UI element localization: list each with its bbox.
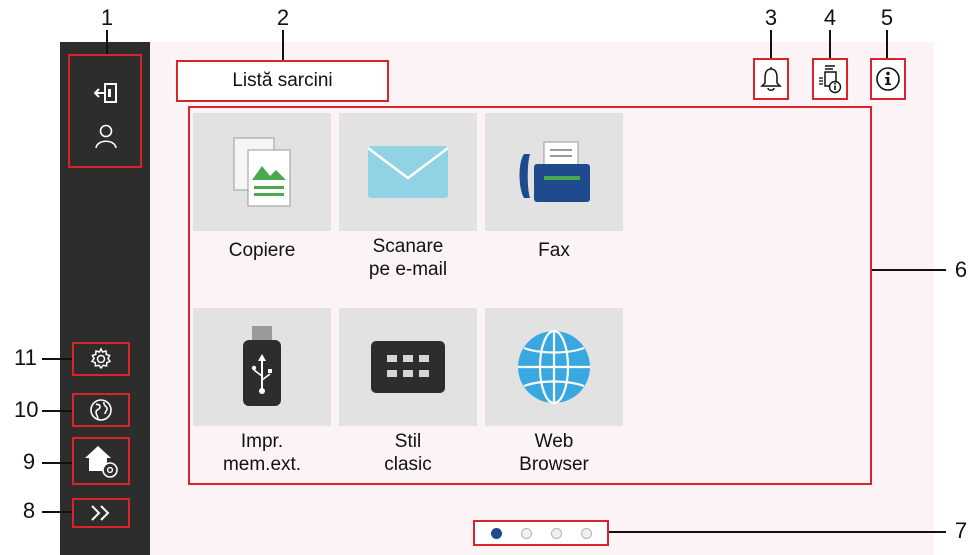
callout-9-line [42, 462, 72, 464]
info-icon [876, 67, 900, 91]
utility-settings-button[interactable] [74, 344, 128, 374]
callout-7: 7 [954, 518, 968, 543]
tile-classic-style[interactable]: Stil clasic [339, 308, 477, 476]
tile-scan-email-image [339, 113, 477, 231]
copy-icon [233, 137, 291, 207]
chevrons-right-icon [91, 505, 110, 521]
page-indicator[interactable] [473, 520, 609, 546]
callout-3: 3 [764, 5, 778, 30]
callout-8: 8 [22, 498, 36, 523]
info-button[interactable] [870, 58, 906, 100]
expand-sidebar-button[interactable] [74, 500, 128, 526]
tile-scan-email[interactable]: Scanare pe e-mail [339, 113, 477, 281]
tile-web-browser[interactable]: Web Browser [485, 308, 623, 476]
callout-10-line [42, 410, 72, 412]
tile-copy[interactable]: Copiere [193, 113, 331, 262]
globe-icon [518, 329, 590, 405]
logout-button[interactable] [88, 76, 124, 110]
callout-1: 1 [100, 5, 114, 30]
callout-9: 9 [22, 449, 36, 474]
callout-8-line [42, 511, 72, 513]
envelope-icon [367, 146, 449, 198]
tile-classic-style-label: Stil clasic [384, 431, 432, 475]
callout-4: 4 [823, 5, 837, 30]
page-dot-3[interactable] [550, 527, 562, 539]
tile-fax-image [485, 113, 623, 231]
tile-fax-label: Fax [538, 240, 570, 261]
page-dot-4[interactable] [580, 527, 592, 539]
device-info-button[interactable] [812, 58, 848, 100]
bell-icon [760, 67, 782, 91]
tile-usb-print-label: Impr. mem.ext. [222, 431, 302, 475]
tile-fax[interactable]: Fax [485, 113, 623, 262]
callout-6: 6 [954, 257, 968, 282]
callout-7-line [609, 531, 946, 533]
callout-4-line [829, 30, 831, 58]
language-globe-icon [90, 399, 112, 421]
fax-icon [519, 141, 590, 202]
tile-usb-print-image [193, 308, 331, 426]
tile-classic-style-image [339, 308, 477, 426]
tile-copy-label: Copiere [228, 240, 296, 261]
task-list-button[interactable]: Listă sarcini [176, 60, 389, 102]
gear-icon [90, 347, 112, 370]
usb-drive-icon [243, 326, 281, 406]
language-button[interactable] [74, 395, 128, 425]
page-dot-1[interactable] [490, 527, 502, 539]
tile-scan-email-label: Scanare pe e-mail [368, 236, 448, 280]
home-settings-button[interactable] [74, 439, 128, 483]
home-settings-icon [85, 446, 118, 478]
user-button[interactable] [88, 118, 124, 154]
callout-11-line [42, 358, 72, 360]
user-icon [95, 124, 117, 149]
callout-2-line [282, 30, 284, 60]
tile-web-browser-image [485, 308, 623, 426]
callout-3-line [770, 30, 772, 58]
tile-usb-print[interactable]: Impr. mem.ext. [193, 308, 331, 476]
callout-5-line [886, 30, 888, 58]
tile-web-browser-label: Web Browser [519, 431, 589, 475]
page-dot-2[interactable] [520, 527, 532, 539]
task-list-label: Listă sarcini [232, 70, 333, 91]
callout-6-line [872, 269, 946, 271]
device-info-icon [819, 65, 842, 94]
tile-copy-image [193, 113, 331, 231]
callout-2: 2 [276, 5, 290, 30]
classic-style-icon [371, 341, 445, 393]
callout-5: 5 [880, 5, 894, 30]
notification-button[interactable] [753, 58, 789, 100]
callout-1-line [106, 30, 108, 54]
logout-icon [94, 83, 117, 103]
